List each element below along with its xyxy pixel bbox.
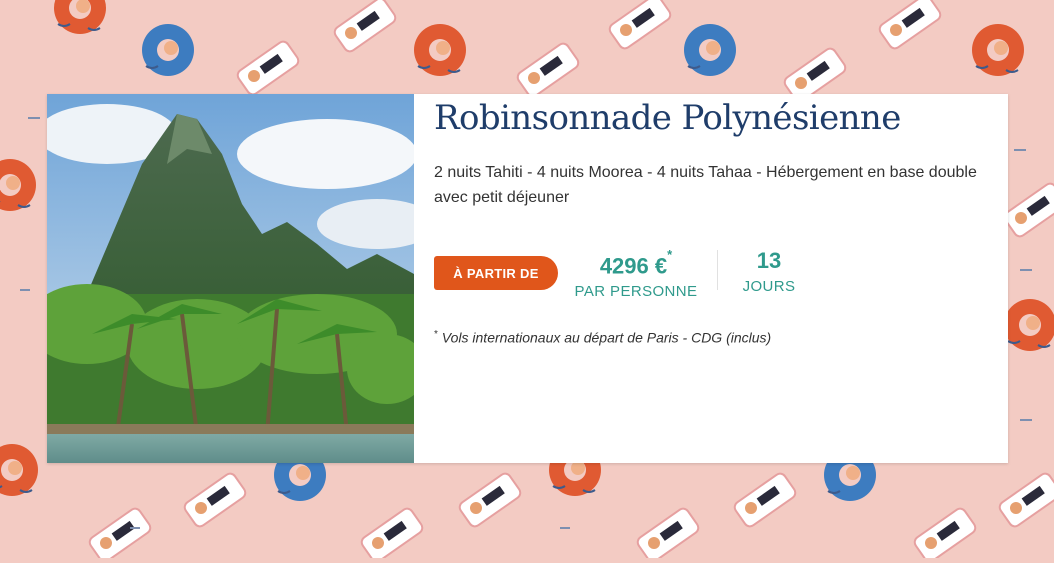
stat-divider [717,250,718,290]
price-asterisk: * [667,247,673,262]
tropical-island-photo [47,94,414,463]
price-block: 4296 €* PAR PERSONNE [573,244,699,300]
note-text: Vols internationaux au départ de Paris -… [441,329,772,346]
flight-note: * Vols internationaux au départ de Paris… [434,329,771,346]
price-row: À PARTIR DE 4296 €* PAR PERSONNE 13 JOUR… [434,244,1004,304]
from-price-button[interactable]: À PARTIR DE [434,256,558,290]
duration-value: 13 [756,248,782,273]
price-value: 4296 € [599,253,668,279]
offer-card[interactable]: Robinsonnade Polynésienne 2 nuits Tahiti… [47,94,1008,463]
duration-block: 13 JOURS [734,244,804,295]
note-asterisk: * [434,329,438,340]
duration-unit: JOURS [742,278,796,295]
offer-description: 2 nuits Tahiti - 4 nuits Moorea - 4 nuit… [434,164,977,206]
offer-title[interactable]: Robinsonnade Polynésienne [434,98,901,138]
price-unit: PAR PERSONNE [574,283,698,301]
